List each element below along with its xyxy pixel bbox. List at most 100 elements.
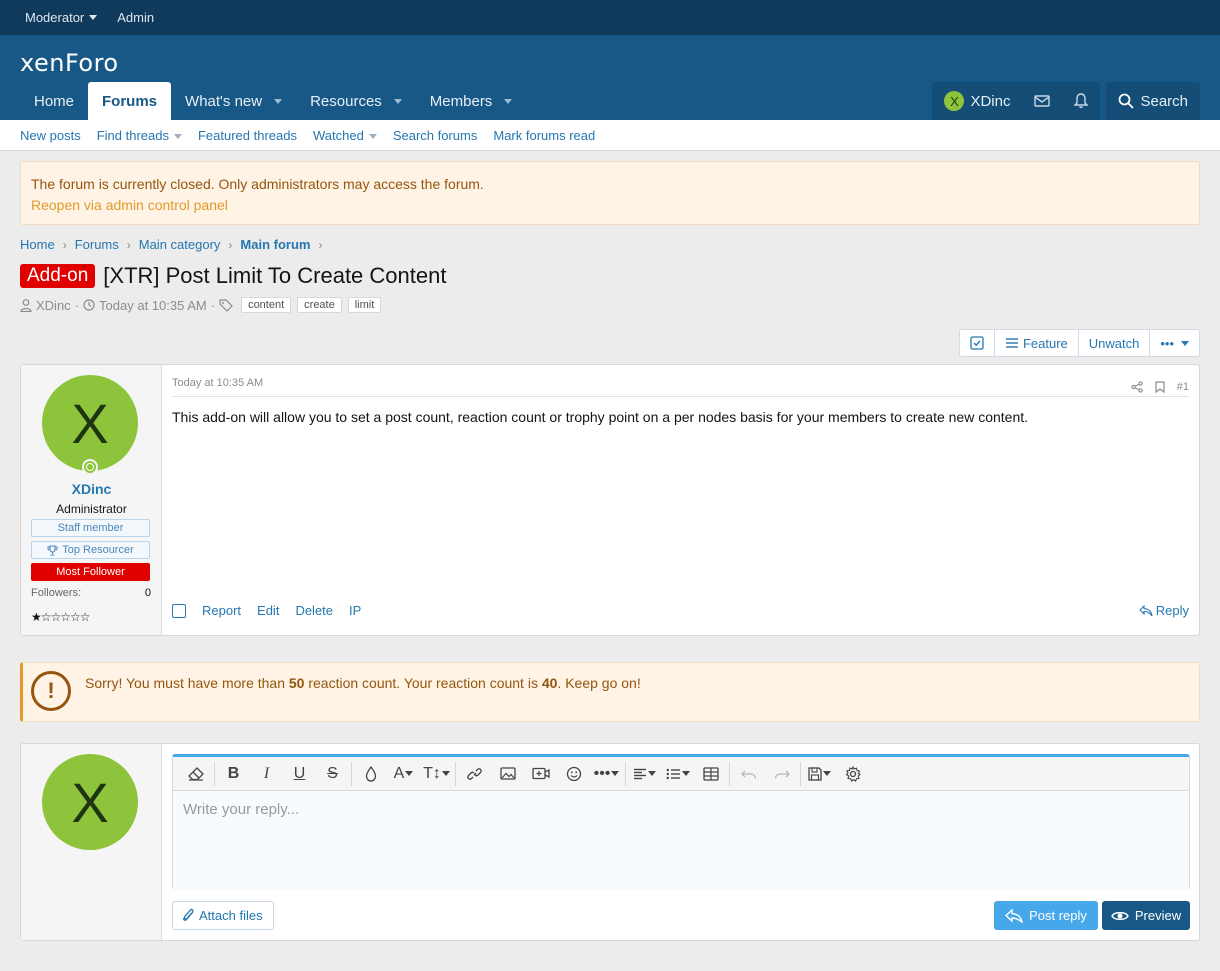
post-username[interactable]: XDinc: [21, 481, 162, 497]
select-post-checkbox[interactable]: [172, 603, 186, 618]
font-family-icon[interactable]: A: [387, 760, 420, 788]
quick-reply: X B I U S A T↕ ••• Write your reply... A…: [20, 743, 1200, 941]
post-number[interactable]: #1: [1177, 381, 1189, 393]
post-message: X XDinc Administrator Staff member Top R…: [20, 364, 1200, 636]
feature-button[interactable]: Feature: [993, 330, 1078, 356]
rich-text-editor: B I U S A T↕ ••• Write your reply...: [172, 754, 1190, 890]
list-icon[interactable]: [661, 760, 694, 788]
followers-label: Followers:: [31, 587, 82, 599]
video-icon[interactable]: [524, 760, 557, 788]
post-header-actions: #1: [1131, 377, 1189, 396]
subnav-search-forums[interactable]: Search forums: [393, 128, 478, 143]
drafts-icon[interactable]: [803, 760, 836, 788]
thread-prefix-badge[interactable]: Add-on: [20, 264, 96, 288]
chevron-right-icon: ›: [318, 237, 323, 252]
edit-link[interactable]: Edit: [257, 603, 279, 618]
chevron-down-icon: [89, 15, 98, 20]
tag-limit[interactable]: limit: [347, 297, 382, 313]
subnav-watched[interactable]: Watched: [313, 128, 377, 143]
underline-icon[interactable]: U: [283, 760, 316, 788]
site-header: xenForo Home Forums What's new Resources…: [0, 35, 1220, 120]
bell-icon: [1074, 93, 1089, 109]
tag-create[interactable]: create: [297, 297, 342, 313]
image-icon[interactable]: [491, 760, 524, 788]
star-rating: ★☆☆☆☆☆: [31, 610, 91, 624]
bookmark-icon[interactable]: [1155, 380, 1165, 393]
required-count: 50: [288, 675, 305, 691]
subnav-new-posts[interactable]: New posts: [20, 128, 81, 143]
nav-tab-members[interactable]: Members: [416, 82, 527, 120]
unwatch-button[interactable]: Unwatch: [1077, 330, 1150, 356]
toolbar-divider: [729, 761, 730, 786]
reply-link[interactable]: Reply: [1138, 603, 1189, 618]
more-insert-icon[interactable]: •••: [590, 760, 623, 788]
post-reply-button[interactable]: Post reply: [994, 901, 1098, 930]
more-options-button[interactable]: •••: [1149, 330, 1199, 356]
bold-icon[interactable]: B: [217, 760, 250, 788]
share-icon[interactable]: [1131, 380, 1143, 393]
subnav-find-threads[interactable]: Find threads: [97, 128, 182, 143]
site-logo[interactable]: xenForo: [20, 49, 119, 77]
table-icon[interactable]: [694, 760, 727, 788]
alerts-button[interactable]: [1062, 82, 1100, 120]
tag-icon: [219, 298, 233, 312]
align-icon[interactable]: [628, 760, 661, 788]
attach-files-button[interactable]: Attach files: [172, 901, 274, 930]
post-body: This add-on will allow you to set a post…: [172, 409, 1029, 425]
tag-content[interactable]: content: [241, 297, 292, 313]
followers-stat: Followers: 0: [31, 587, 151, 599]
chevron-down-icon[interactable]: [393, 98, 402, 104]
preview-button[interactable]: Preview: [1102, 901, 1190, 930]
thread-button-bar: Feature Unwatch •••: [958, 329, 1200, 357]
strikethrough-icon[interactable]: S: [316, 760, 349, 788]
link-icon[interactable]: [458, 760, 491, 788]
forum-closed-notice: The forum is currently closed. Only admi…: [20, 161, 1200, 225]
post-date[interactable]: Today at 10:35 AM: [172, 377, 263, 396]
undo-icon[interactable]: [732, 760, 765, 788]
text-color-icon[interactable]: [354, 760, 387, 788]
exclamation-icon: !: [31, 671, 71, 711]
breadcrumb-main-forum[interactable]: Main forum: [240, 237, 310, 252]
redo-icon[interactable]: [765, 760, 798, 788]
post-footer: Report Edit Delete IP Reply: [172, 603, 1189, 618]
eraser-icon[interactable]: [179, 760, 212, 788]
page-title: Add-on [XTR] Post Limit To Create Conten…: [20, 263, 446, 289]
thread-date[interactable]: Today at 10:35 AM: [99, 298, 207, 313]
italic-icon[interactable]: I: [250, 760, 283, 788]
chevron-down-icon[interactable]: [504, 98, 513, 104]
toolbar-divider: [800, 761, 801, 786]
ip-link[interactable]: IP: [349, 603, 361, 618]
inbox-button[interactable]: [1022, 82, 1062, 120]
subnav-mark-forums-read[interactable]: Mark forums read: [493, 128, 595, 143]
font-size-icon[interactable]: T↕: [420, 760, 453, 788]
smiley-icon[interactable]: [557, 760, 590, 788]
paperclip-icon: [183, 908, 194, 921]
admin-link[interactable]: Admin: [117, 10, 154, 25]
nav-tab-forums[interactable]: Forums: [88, 82, 172, 120]
moderation-select-button[interactable]: [960, 330, 994, 356]
breadcrumb-home[interactable]: Home: [20, 237, 55, 252]
breadcrumb-main-category[interactable]: Main category: [139, 237, 221, 252]
avatar[interactable]: X: [42, 754, 138, 850]
reply-textarea[interactable]: Write your reply...: [173, 791, 1189, 890]
toolbar-divider: [455, 761, 456, 786]
gear-icon[interactable]: [836, 760, 869, 788]
subnav-featured-threads[interactable]: Featured threads: [198, 128, 297, 143]
nav-tab-resources[interactable]: Resources: [296, 82, 416, 120]
trophy-icon: [47, 545, 58, 555]
reaction-limit-warning: ! Sorry! You must have more than 50 reac…: [20, 662, 1200, 722]
nav-tab-home[interactable]: Home: [20, 82, 88, 120]
chevron-down-icon[interactable]: [274, 98, 283, 104]
reopen-link[interactable]: Reopen via admin control panel: [31, 195, 1189, 216]
moderator-menu[interactable]: Moderator: [25, 10, 98, 25]
chevron-right-icon: ›: [228, 237, 233, 252]
thread-author[interactable]: XDinc: [36, 298, 71, 313]
chevron-down-icon: [1181, 340, 1189, 346]
search-button[interactable]: Search: [1106, 82, 1200, 120]
delete-link[interactable]: Delete: [295, 603, 333, 618]
account-button[interactable]: X XDinc: [932, 82, 1022, 120]
breadcrumb-forums[interactable]: Forums: [75, 237, 119, 252]
nav-tab-whats-new[interactable]: What's new: [171, 82, 296, 120]
avatar[interactable]: X: [42, 375, 138, 471]
report-link[interactable]: Report: [202, 603, 241, 618]
